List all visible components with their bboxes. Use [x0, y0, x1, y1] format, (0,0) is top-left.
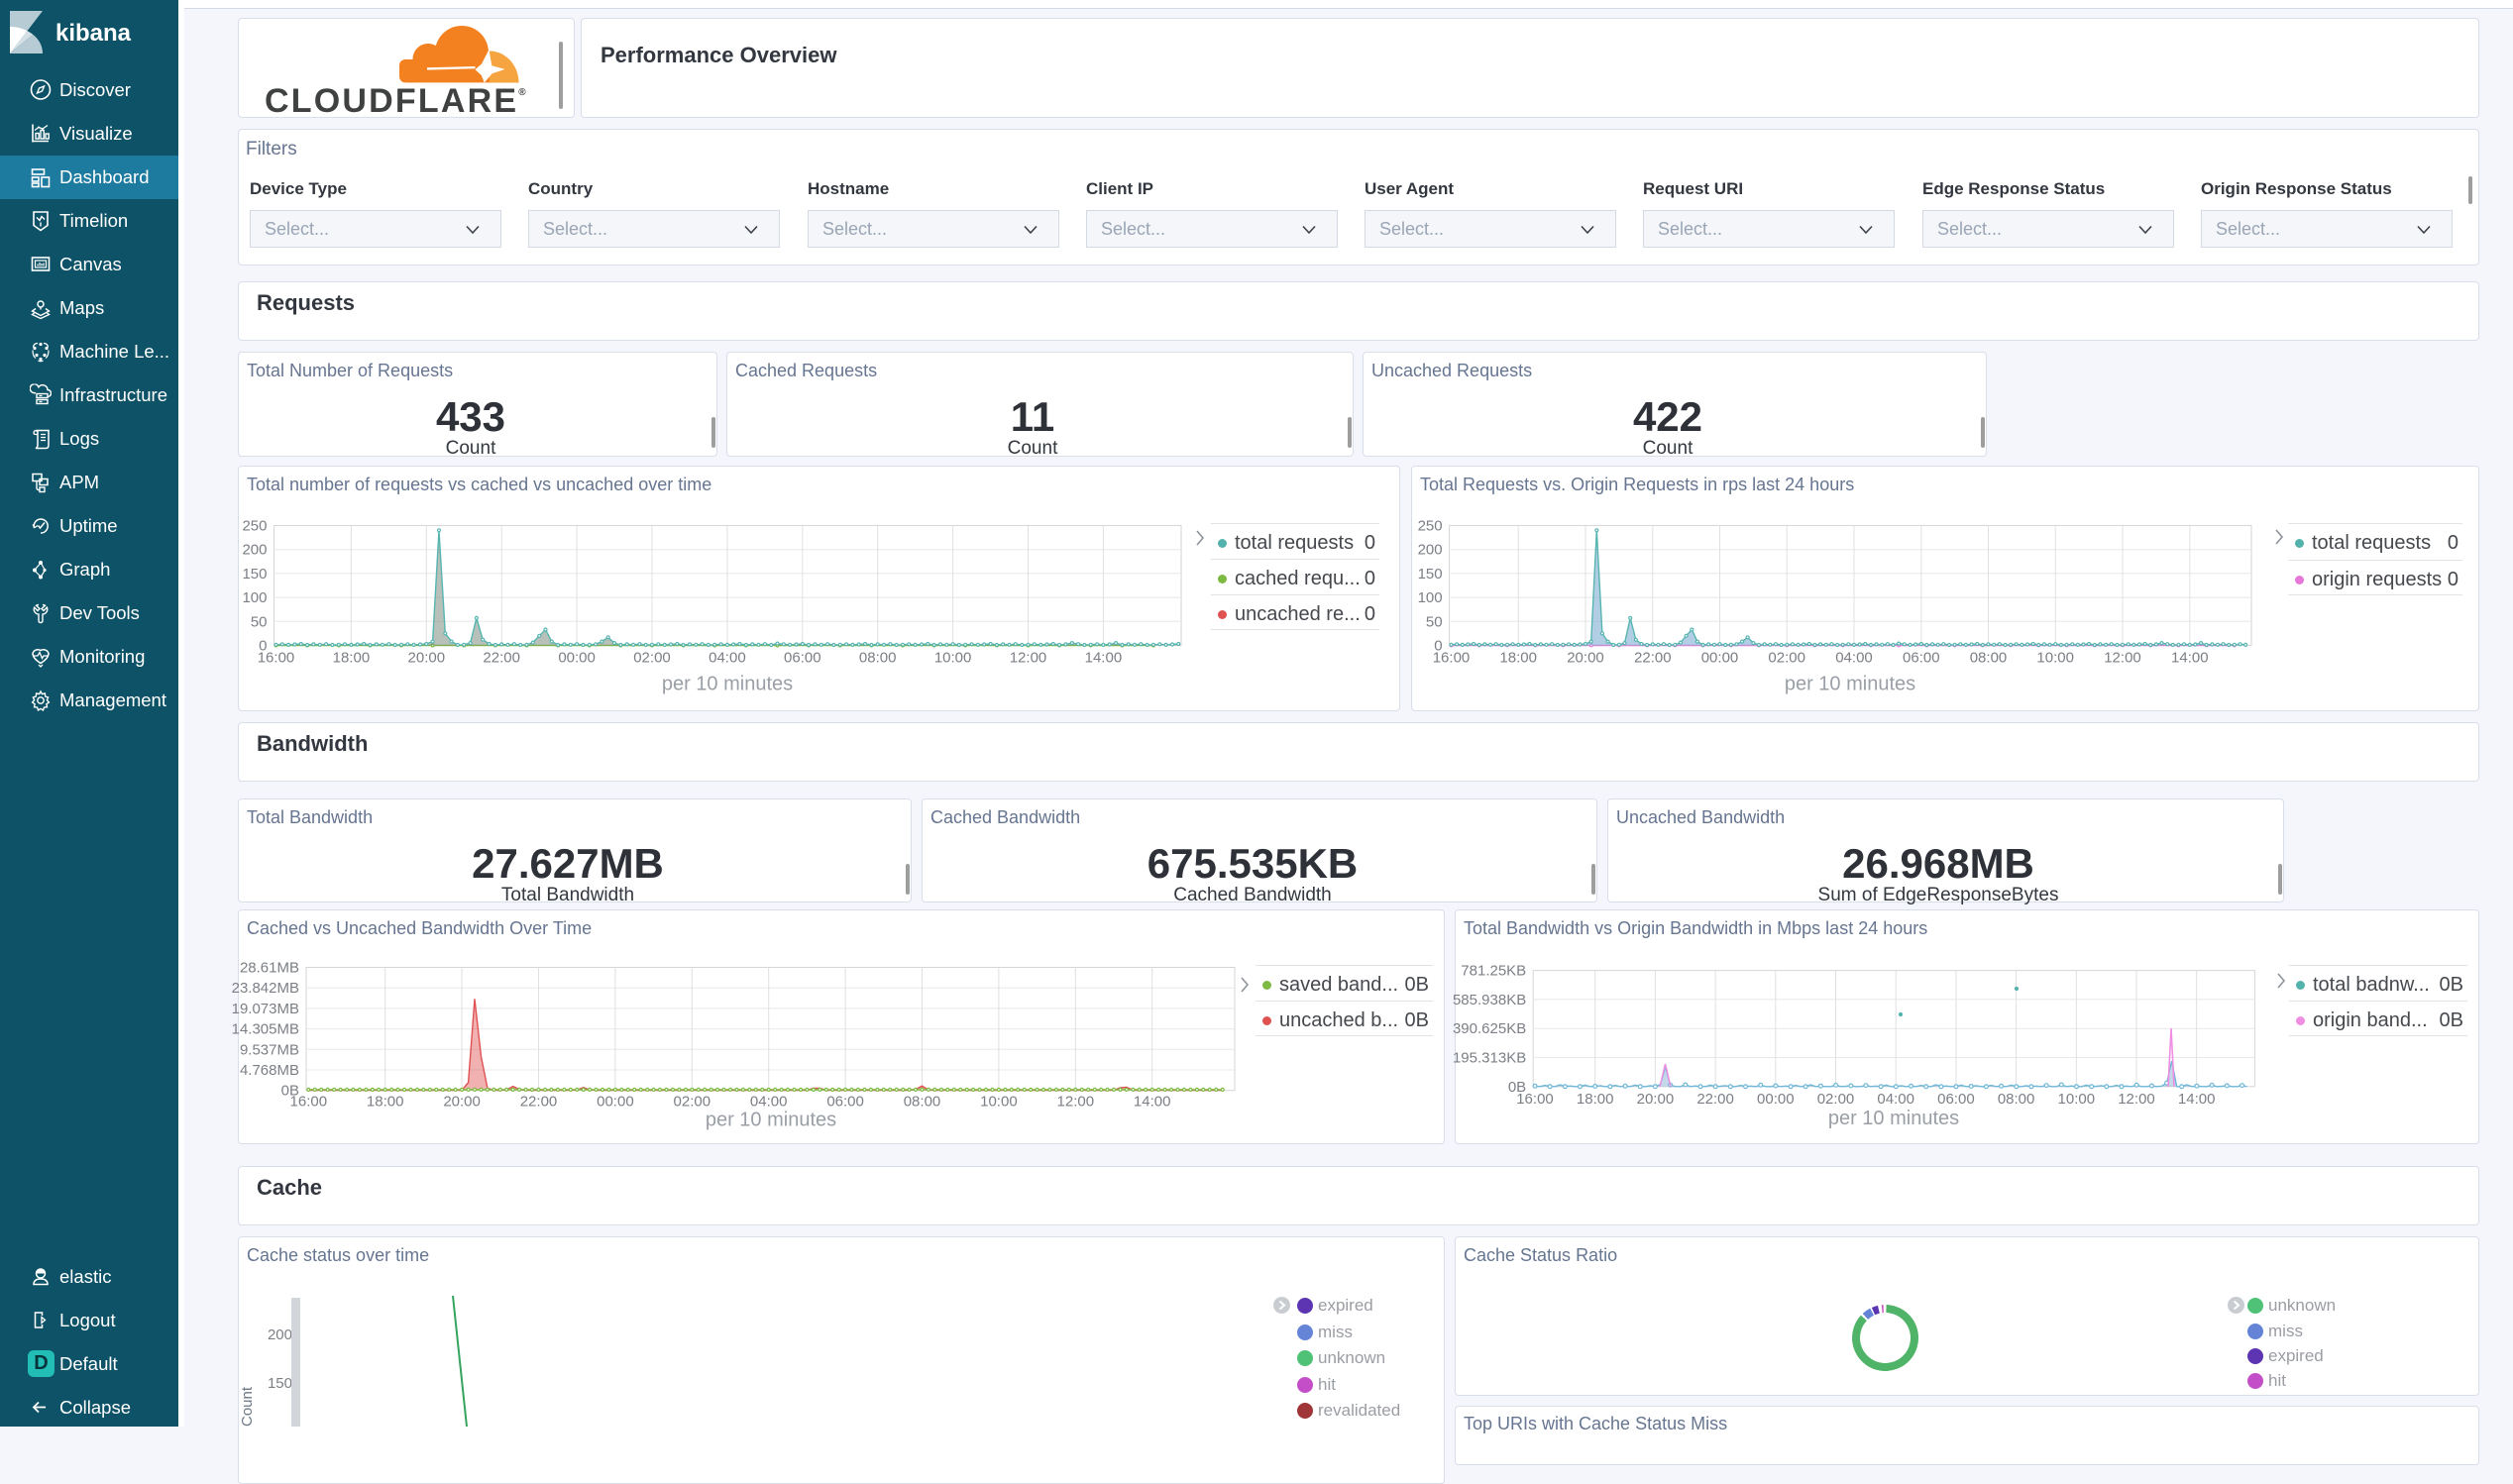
- svg-text:00:00: 00:00: [1757, 1091, 1795, 1108]
- svg-text:12:00: 12:00: [2104, 650, 2141, 667]
- svg-text:per 10 minutes: per 10 minutes: [706, 1110, 836, 1131]
- svg-text:00:00: 00:00: [597, 1094, 634, 1111]
- svg-text:585.938KB: 585.938KB: [1453, 992, 1526, 1008]
- svg-text:14:00: 14:00: [2171, 650, 2209, 667]
- svg-text:9.537MB: 9.537MB: [240, 1041, 299, 1058]
- svg-text:08:00: 08:00: [1970, 650, 2008, 667]
- svg-text:per 10 minutes: per 10 minutes: [1828, 1108, 1959, 1129]
- svg-text:195.313KB: 195.313KB: [1453, 1050, 1526, 1067]
- svg-text:08:00: 08:00: [859, 650, 897, 667]
- svg-text:02:00: 02:00: [1817, 1091, 1855, 1108]
- svg-text:20:00: 20:00: [1637, 1091, 1675, 1108]
- svg-text:100: 100: [242, 589, 267, 606]
- svg-text:08:00: 08:00: [1998, 1091, 2035, 1108]
- svg-text:23.842MB: 23.842MB: [232, 980, 299, 997]
- svg-text:14.305MB: 14.305MB: [232, 1021, 299, 1038]
- svg-text:08:00: 08:00: [904, 1094, 941, 1111]
- svg-text:04:00: 04:00: [1835, 650, 1873, 667]
- svg-text:200: 200: [1418, 542, 1443, 559]
- svg-text:150: 150: [1418, 566, 1443, 583]
- svg-text:22:00: 22:00: [520, 1094, 558, 1111]
- svg-text:04:00: 04:00: [1877, 1091, 1914, 1108]
- svg-text:100: 100: [1418, 589, 1443, 606]
- svg-text:781.25KB: 781.25KB: [1461, 963, 1526, 980]
- svg-text:18:00: 18:00: [1577, 1091, 1614, 1108]
- svg-text:06:00: 06:00: [826, 1094, 864, 1111]
- svg-text:20:00: 20:00: [1567, 650, 1604, 667]
- svg-text:19.073MB: 19.073MB: [232, 1001, 299, 1017]
- svg-text:10:00: 10:00: [934, 650, 972, 667]
- svg-text:06:00: 06:00: [1903, 650, 1940, 667]
- svg-text:28.61MB: 28.61MB: [240, 960, 299, 977]
- svg-text:50: 50: [1426, 613, 1443, 630]
- svg-text:200: 200: [242, 542, 267, 559]
- svg-text:per 10 minutes: per 10 minutes: [662, 674, 793, 695]
- svg-text:390.625KB: 390.625KB: [1453, 1020, 1526, 1037]
- svg-text:150: 150: [268, 1375, 292, 1392]
- svg-text:10:00: 10:00: [2058, 1091, 2096, 1108]
- svg-text:02:00: 02:00: [633, 650, 671, 667]
- svg-text:12:00: 12:00: [1057, 1094, 1095, 1111]
- svg-text:02:00: 02:00: [674, 1094, 711, 1111]
- svg-text:22:00: 22:00: [1634, 650, 1672, 667]
- svg-text:14:00: 14:00: [2178, 1091, 2216, 1108]
- svg-text:10:00: 10:00: [2036, 650, 2074, 667]
- svg-text:14:00: 14:00: [1134, 1094, 1171, 1111]
- svg-text:250: 250: [242, 518, 267, 535]
- svg-text:20:00: 20:00: [408, 650, 446, 667]
- svg-text:16:00: 16:00: [1433, 650, 1471, 667]
- svg-text:14:00: 14:00: [1085, 650, 1123, 667]
- svg-text:04:00: 04:00: [750, 1094, 788, 1111]
- svg-text:04:00: 04:00: [709, 650, 746, 667]
- svg-text:22:00: 22:00: [483, 650, 520, 667]
- svg-text:00:00: 00:00: [558, 650, 596, 667]
- svg-text:Count: Count: [239, 1386, 256, 1427]
- svg-text:250: 250: [1418, 518, 1443, 535]
- svg-text:02:00: 02:00: [1768, 650, 1805, 667]
- svg-text:200: 200: [268, 1326, 292, 1343]
- svg-text:per 10 minutes: per 10 minutes: [1785, 674, 1915, 695]
- svg-text:22:00: 22:00: [1696, 1091, 1734, 1108]
- svg-text:18:00: 18:00: [367, 1094, 404, 1111]
- svg-text:00:00: 00:00: [1701, 650, 1739, 667]
- svg-text:16:00: 16:00: [290, 1094, 328, 1111]
- svg-text:4.768MB: 4.768MB: [240, 1062, 299, 1079]
- svg-text:06:00: 06:00: [784, 650, 821, 667]
- svg-text:18:00: 18:00: [333, 650, 371, 667]
- svg-text:16:00: 16:00: [258, 650, 295, 667]
- svg-text:12:00: 12:00: [2118, 1091, 2155, 1108]
- svg-text:12:00: 12:00: [1010, 650, 1047, 667]
- svg-text:150: 150: [242, 566, 267, 583]
- svg-text:18:00: 18:00: [1499, 650, 1537, 667]
- svg-text:16:00: 16:00: [1516, 1091, 1554, 1108]
- svg-text:10:00: 10:00: [980, 1094, 1018, 1111]
- svg-text:06:00: 06:00: [1937, 1091, 1975, 1108]
- svg-text:20:00: 20:00: [443, 1094, 481, 1111]
- svg-text:50: 50: [251, 613, 268, 630]
